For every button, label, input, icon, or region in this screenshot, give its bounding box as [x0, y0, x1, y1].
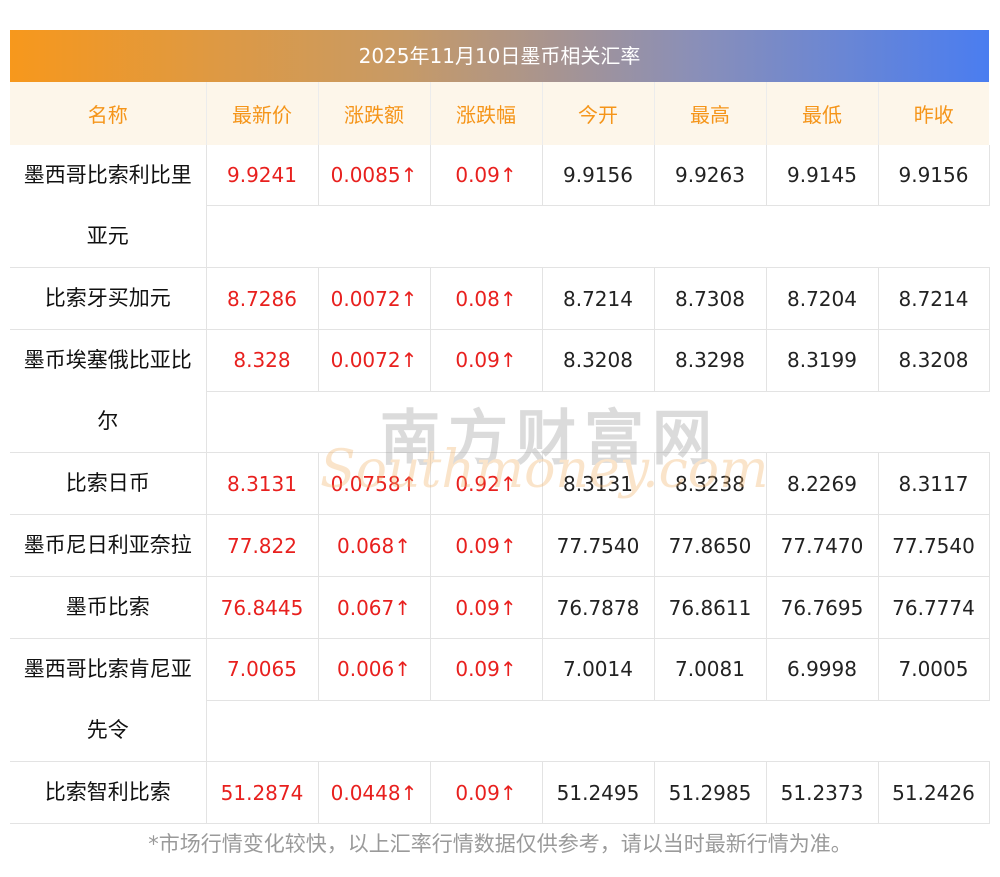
header-latest: 最新价	[206, 82, 319, 145]
currency-pair-name: 墨币埃塞俄比亚比尔	[10, 329, 207, 453]
table-row: 比索日币 8.3131 0.0758↑ 0.92↑ 8.3131 8.3238 8.2269…	[10, 452, 990, 515]
cell-latest: 76.8445	[206, 576, 319, 639]
cell-change: 0.067↑	[318, 576, 431, 639]
table-row: 墨西哥比索肯尼亚先令 7.0065 0.006↑ 0.09↑ 7.0014 7.0081 6…	[10, 638, 990, 762]
cell-prev: 77.7540	[878, 514, 990, 577]
cell-low: 8.3199	[766, 329, 879, 392]
cell-low: 9.9145	[766, 145, 879, 207]
cell-prev: 8.3208	[878, 329, 990, 392]
table-title: 2025年11月10日墨币相关汇率	[10, 30, 989, 82]
cell-change: 0.0448↑	[318, 761, 431, 824]
table-row: 墨币尼日利亚奈拉 77.822 0.068↑ 0.09↑ 77.7540 77.8650 7…	[10, 514, 990, 577]
cell-change: 0.068↑	[318, 514, 431, 577]
header-high: 最高	[654, 82, 767, 145]
cell-open: 8.3208	[542, 329, 655, 392]
cell-latest: 7.0065	[206, 638, 319, 701]
cell-pct: 0.09↑	[430, 638, 543, 701]
cell-open: 8.7214	[542, 267, 655, 330]
cell-high: 8.3238	[654, 452, 767, 515]
currency-pair-name: 比索日币	[10, 452, 207, 515]
cell-high: 7.0081	[654, 638, 767, 701]
header-change-pct: 涨跌幅	[430, 82, 543, 145]
empty-cell	[206, 205, 989, 268]
currency-pair-name: 墨西哥比索肯尼亚先令	[10, 638, 207, 762]
footnote: *市场行情变化较快，以上汇率行情数据仅供参考，请以当时最新行情为准。	[148, 832, 852, 856]
cell-change: 0.0085↑	[318, 145, 431, 207]
cell-open: 51.2495	[542, 761, 655, 824]
header-row: 名称 最新价 涨跌额 涨跌幅 今开 最高 最低 昨收	[10, 82, 989, 145]
cell-pct: 0.09↑	[430, 514, 543, 577]
cell-prev: 9.9156	[878, 145, 990, 207]
cell-change: 0.0072↑	[318, 267, 431, 330]
cell-prev: 51.2426	[878, 761, 990, 824]
rate-table-body: 墨西哥比索利比里亚元 9.9241 0.0085↑ 0.09↑ 9.9156 9.9263…	[10, 145, 990, 824]
cell-change: 0.0758↑	[318, 452, 431, 515]
cell-open: 8.3131	[542, 452, 655, 515]
table-row: 比索智利比索 51.2874 0.0448↑ 0.09↑ 51.2495 51.2985 5…	[10, 761, 990, 824]
cell-latest: 9.9241	[206, 145, 319, 207]
cell-latest: 8.3131	[206, 452, 319, 515]
cell-change: 0.006↑	[318, 638, 431, 701]
cell-pct: 0.09↑	[430, 145, 543, 207]
cell-prev: 7.0005	[878, 638, 990, 701]
cell-prev: 8.3117	[878, 452, 990, 515]
cell-high: 51.2985	[654, 761, 767, 824]
cell-latest: 8.328	[206, 329, 319, 392]
cell-low: 77.7470	[766, 514, 879, 577]
cell-change: 0.0072↑	[318, 329, 431, 392]
cell-pct: 0.08↑	[430, 267, 543, 330]
currency-pair-name: 墨币尼日利亚奈拉	[10, 514, 207, 577]
header-change: 涨跌额	[318, 82, 431, 145]
table-row: 墨币埃塞俄比亚比尔 8.328 0.0072↑ 0.09↑ 8.3208 8.3298 8.…	[10, 329, 990, 453]
empty-cell	[206, 391, 989, 453]
rate-table: 名称 最新价 涨跌额 涨跌幅 今开 最高 最低 昨收 墨西哥比索利比里亚元 9.9…	[10, 82, 990, 824]
cell-high: 9.9263	[654, 145, 767, 207]
cell-latest: 51.2874	[206, 761, 319, 824]
cell-pct: 0.09↑	[430, 761, 543, 824]
rate-table-container: 2025年11月10日墨币相关汇率 名称 最新价 涨跌额 涨跌幅 今开 最高 最…	[10, 30, 990, 824]
cell-pct: 0.09↑	[430, 576, 543, 639]
cell-pct: 0.09↑	[430, 329, 543, 392]
cell-high: 76.8611	[654, 576, 767, 639]
currency-pair-name: 墨币比索	[10, 576, 207, 639]
header-prev-close: 昨收	[878, 82, 989, 145]
cell-latest: 8.7286	[206, 267, 319, 330]
cell-low: 8.7204	[766, 267, 879, 330]
cell-open: 76.7878	[542, 576, 655, 639]
table-row: 比索牙买加元 8.7286 0.0072↑ 0.08↑ 8.7214 8.7308 8.72…	[10, 267, 990, 330]
cell-low: 6.9998	[766, 638, 879, 701]
header-open: 今开	[542, 82, 655, 145]
cell-latest: 77.822	[206, 514, 319, 577]
table-row: 墨币比索 76.8445 0.067↑ 0.09↑ 76.7878 76.8611 76.7…	[10, 576, 990, 639]
cell-pct: 0.92↑	[430, 452, 543, 515]
cell-prev: 76.7774	[878, 576, 990, 639]
cell-high: 8.3298	[654, 329, 767, 392]
table-row: 墨西哥比索利比里亚元 9.9241 0.0085↑ 0.09↑ 9.9156 9.9263…	[10, 145, 990, 268]
currency-pair-name: 比索智利比索	[10, 761, 207, 824]
cell-high: 8.7308	[654, 267, 767, 330]
cell-open: 9.9156	[542, 145, 655, 207]
currency-pair-name: 比索牙买加元	[10, 267, 207, 330]
currency-pair-name: 墨西哥比索利比里亚元	[10, 145, 207, 268]
cell-open: 7.0014	[542, 638, 655, 701]
cell-high: 77.8650	[654, 514, 767, 577]
cell-open: 77.7540	[542, 514, 655, 577]
header-name: 名称	[10, 82, 207, 145]
cell-low: 76.7695	[766, 576, 879, 639]
header-low: 最低	[766, 82, 879, 145]
cell-low: 51.2373	[766, 761, 879, 824]
cell-low: 8.2269	[766, 452, 879, 515]
cell-prev: 8.7214	[878, 267, 990, 330]
empty-cell	[206, 700, 989, 762]
